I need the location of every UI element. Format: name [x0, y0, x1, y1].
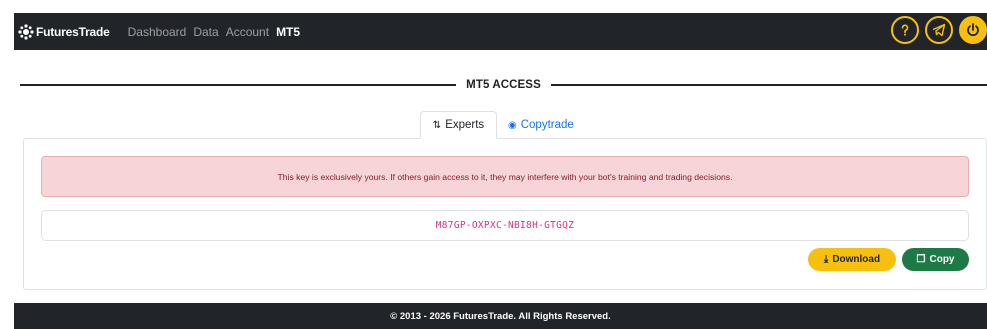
telegram-icon	[932, 23, 946, 37]
download-icon: ⤓	[823, 254, 829, 265]
tab-experts[interactable]: ⇅ Experts	[420, 111, 497, 139]
download-button[interactable]: ⤓ Download	[808, 248, 896, 271]
power-icon	[967, 23, 979, 37]
logo-icon	[18, 23, 34, 40]
copy-button[interactable]: ❐ Copy	[902, 248, 969, 271]
download-label: Download	[832, 254, 881, 265]
warning-alert: This key is exclusively yours. If others…	[41, 156, 969, 197]
tab-copytrade[interactable]: ◉ Copytrade	[497, 111, 585, 139]
footer-text: © 2013 - 2026 FuturesTrade. All Rights R…	[390, 310, 611, 322]
section-heading: MT5 ACCESS	[20, 79, 987, 91]
navbar: FuturesTrade Dashboard Data Account MT5	[14, 13, 987, 50]
divider-right	[550, 84, 987, 86]
nav-account[interactable]: Account	[226, 25, 269, 39]
footer: © 2013 - 2026 FuturesTrade. All Rights R…	[14, 303, 987, 329]
copy-icon: ❐	[916, 254, 926, 265]
nav-mt5[interactable]: MT5	[276, 25, 300, 39]
brand[interactable]: FuturesTrade	[18, 23, 110, 40]
alert-text: This key is exclusively yours. If others…	[277, 171, 733, 182]
copy-label: Copy	[929, 254, 955, 265]
divider-left	[20, 84, 457, 86]
key-field[interactable]: M87GP-OXPXC-NBI8H-GTGQZ	[41, 210, 969, 241]
eye-icon: ◉	[508, 119, 517, 131]
nav-dashboard[interactable]: Dashboard	[128, 25, 187, 39]
tab-experts-label: Experts	[445, 119, 485, 131]
nav-links: Dashboard Data Account MT5	[128, 25, 300, 39]
nav-data[interactable]: Data	[193, 25, 218, 39]
page-title: MT5 ACCESS	[466, 79, 541, 91]
telegram-button[interactable]	[925, 16, 953, 44]
help-button[interactable]	[891, 16, 919, 44]
brand-name: FuturesTrade	[36, 24, 110, 39]
api-key: M87GP-OXPXC-NBI8H-GTGQZ	[435, 220, 575, 231]
tabs: ⇅ Experts ◉ Copytrade	[420, 111, 585, 139]
sliders-icon: ⇅	[432, 119, 442, 131]
logout-button[interactable]	[959, 16, 987, 44]
question-icon	[901, 24, 909, 36]
tab-copytrade-label: Copytrade	[520, 119, 574, 131]
nav-actions	[891, 16, 987, 44]
